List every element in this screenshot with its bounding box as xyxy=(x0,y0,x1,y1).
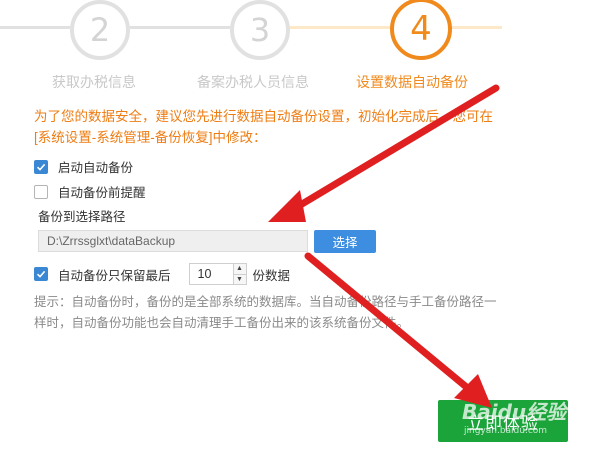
keep-count-stepper[interactable]: 10 ▲ ▼ xyxy=(188,263,247,285)
step-4-circle: 4 xyxy=(390,0,452,60)
step-2-number: 2 xyxy=(89,11,111,49)
increment-icon[interactable]: ▲ xyxy=(233,264,246,274)
backup-reminder-option[interactable]: 自动备份前提醒 xyxy=(34,182,146,201)
step-3-label: 备案办税人员信息 xyxy=(197,74,309,90)
keep-count-input[interactable]: 10 xyxy=(188,263,233,285)
backup-notice: 为了您的数据安全，建议您先进行数据自动备份设置，初始化完成后，您可在[系统设置-… xyxy=(34,109,493,145)
keep-backups-row: 自动备份只保留最后 10 ▲ ▼ 份数据 xyxy=(34,262,290,286)
backup-path-input[interactable]: D:\Zrrssglxt\dataBackup xyxy=(38,230,308,252)
checkmark-icon xyxy=(36,163,46,171)
stepper-buttons: ▲ ▼ xyxy=(232,263,247,285)
try-now-button[interactable]: 立即体验 xyxy=(438,400,568,442)
step-4-label: 设置数据自动备份 xyxy=(356,74,468,90)
decrement-icon[interactable]: ▼ xyxy=(233,273,246,284)
auto-backup-option[interactable]: 启动自动备份 xyxy=(34,157,133,176)
auto-backup-checkbox[interactable] xyxy=(34,159,48,174)
step-3-number: 3 xyxy=(249,11,271,49)
keep-backups-suffix: 份数据 xyxy=(252,268,291,283)
annotation-arrows xyxy=(268,84,500,408)
step-2-label: 获取办税信息 xyxy=(52,74,136,90)
keep-backups-checkbox[interactable] xyxy=(34,267,48,281)
step-3-circle: 3 xyxy=(230,0,290,60)
step-connector-left xyxy=(0,26,70,29)
step-connector-right xyxy=(290,26,390,29)
step-4-number: 4 xyxy=(410,9,432,49)
step-connector-tail xyxy=(452,26,502,29)
backup-reminder-label: 自动备份前提醒 xyxy=(58,186,146,200)
backup-reminder-checkbox[interactable] xyxy=(34,184,48,199)
select-path-button[interactable]: 选择 xyxy=(314,230,376,253)
checkmark-icon xyxy=(36,270,46,278)
keep-backups-label: 自动备份只保留最后 xyxy=(58,268,171,283)
backup-hint: 提示：自动备份时，备份的是全部系统的数据库。当自动备份路径与手工备份路径一样时，… xyxy=(34,295,497,330)
backup-path-title: 备份到选择路径 xyxy=(38,210,126,224)
auto-backup-label: 启动自动备份 xyxy=(58,161,134,175)
step-2-circle: 2 xyxy=(70,0,130,60)
step-connector-middle xyxy=(130,26,230,29)
